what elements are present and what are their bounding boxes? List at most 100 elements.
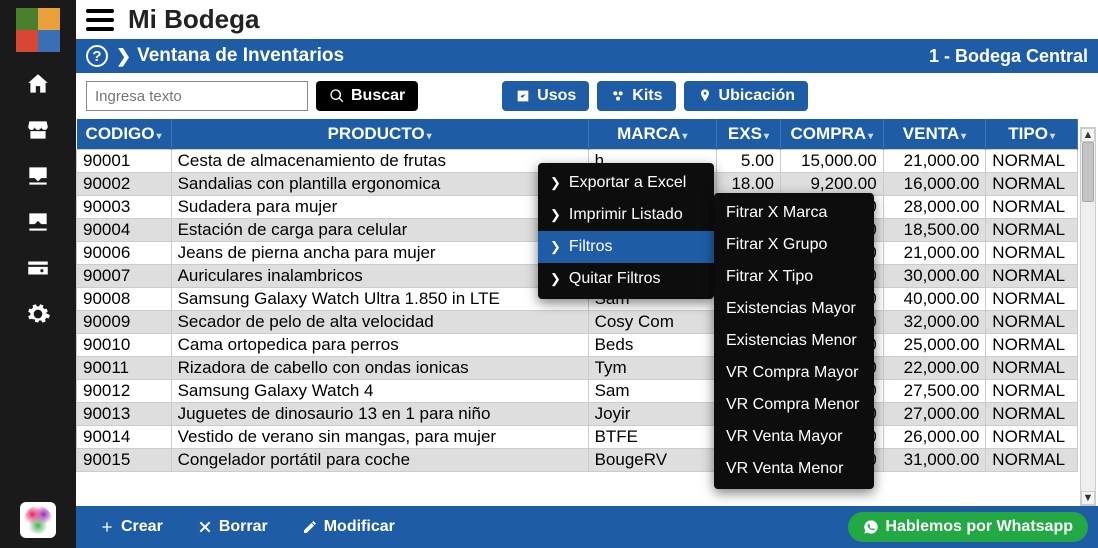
cell-producto: Sudadera para mujer xyxy=(171,195,588,218)
cluster-icon xyxy=(610,88,626,104)
ctx-item[interactable]: VR Venta Menor xyxy=(714,453,874,485)
home-icon[interactable] xyxy=(24,70,52,98)
ctx-item[interactable]: Fitrar X Tipo xyxy=(714,261,874,293)
page-title: Ventana de Inventarios xyxy=(137,45,344,67)
gear-icon[interactable] xyxy=(24,300,52,328)
col-compra[interactable]: COMPRA▾ xyxy=(781,119,884,149)
ctx-item[interactable]: ❯Exportar a Excel xyxy=(538,167,714,199)
col-producto[interactable]: PRODUCTO▾ xyxy=(171,119,588,149)
col-tipo[interactable]: TIPO▾ xyxy=(986,119,1078,149)
sidebar xyxy=(0,0,76,548)
cell-tipo: NORMAL xyxy=(986,425,1078,448)
main-panel: Mi Bodega ? ❯ Ventana de Inventarios 1 -… xyxy=(76,0,1098,548)
col-venta[interactable]: VENTA▾ xyxy=(883,119,986,149)
cell-tipo: NORMAL xyxy=(986,356,1078,379)
table-row[interactable]: 90014Vestido de verano sin mangas, para … xyxy=(77,425,1078,448)
cell-venta: 40,000.00 xyxy=(883,287,986,310)
table-row[interactable]: 90010Cama ortopedica para perrosBeds16,0… xyxy=(77,333,1078,356)
crear-button[interactable]: Crear xyxy=(86,512,176,542)
cell-compra: 9,200.00 xyxy=(781,172,884,195)
search-input[interactable] xyxy=(86,81,308,111)
search-button[interactable]: Buscar xyxy=(316,81,418,111)
cell-venta: 21,000.00 xyxy=(883,241,986,264)
cell-venta: 22,000.00 xyxy=(883,356,986,379)
ubicacion-button[interactable]: Ubicación xyxy=(684,81,808,111)
cell-codigo: 90004 xyxy=(77,218,172,241)
table-row[interactable]: 90013Juguetes de dinosaurio 13 en 1 para… xyxy=(77,402,1078,425)
table-row[interactable]: 90012Samsung Galaxy Watch 4Sam20,500.002… xyxy=(77,379,1078,402)
plus-icon xyxy=(99,519,115,535)
ctx-item[interactable]: Fitrar X Grupo xyxy=(714,229,874,261)
cell-venta: 30,000.00 xyxy=(883,264,986,287)
cell-marca: Beds xyxy=(588,333,716,356)
cell-marca: Cosy Com xyxy=(588,310,716,333)
search-icon xyxy=(329,88,345,104)
wallet-icon[interactable] xyxy=(24,254,52,282)
borrar-button[interactable]: Borrar xyxy=(184,512,281,542)
help-icon[interactable]: ? xyxy=(86,45,108,67)
cell-tipo: NORMAL xyxy=(986,149,1078,172)
cell-codigo: 90011 xyxy=(77,356,172,379)
table-row[interactable]: 90015Congelador portátil para cocheBouge… xyxy=(77,448,1078,471)
inbox-down-icon[interactable] xyxy=(24,162,52,190)
cell-tipo: NORMAL xyxy=(986,310,1078,333)
cell-tipo: NORMAL xyxy=(986,448,1078,471)
menu-icon[interactable] xyxy=(86,9,114,31)
cell-codigo: 90010 xyxy=(77,333,172,356)
check-icon xyxy=(515,88,531,104)
cell-codigo: 90003 xyxy=(77,195,172,218)
cell-venta: 27,000.00 xyxy=(883,402,986,425)
scrollbar[interactable]: ▲ ▼ xyxy=(1080,127,1096,506)
cell-producto: Sandalias con plantilla ergonomica xyxy=(171,172,588,195)
scroll-down-icon[interactable]: ▼ xyxy=(1081,491,1095,505)
table-row[interactable]: 90011Rizadora de cabello con ondas ionic… xyxy=(77,356,1078,379)
usos-button[interactable]: Usos xyxy=(502,81,589,111)
cell-producto: Samsung Galaxy Watch 4 xyxy=(171,379,588,402)
scroll-up-icon[interactable]: ▲ xyxy=(1081,128,1095,142)
cell-tipo: NORMAL xyxy=(986,195,1078,218)
pin-icon xyxy=(697,88,713,104)
kits-button[interactable]: Kits xyxy=(597,81,675,111)
cell-codigo: 90001 xyxy=(77,149,172,172)
modificar-button[interactable]: Modificar xyxy=(289,512,408,542)
cell-codigo: 90002 xyxy=(77,172,172,195)
cell-tipo: NORMAL xyxy=(986,172,1078,195)
cell-tipo: NORMAL xyxy=(986,264,1078,287)
cell-producto: Cesta de almacenamiento de frutas xyxy=(171,149,588,172)
inbox-up-icon[interactable] xyxy=(24,208,52,236)
store-icon[interactable] xyxy=(24,116,52,144)
ctx-item[interactable]: Fitrar X Marca xyxy=(714,197,874,229)
whatsapp-button[interactable]: Hablemos por Whatsapp xyxy=(848,512,1088,542)
ctx-item[interactable]: Existencias Mayor xyxy=(714,293,874,325)
cell-venta: 18,500.00 xyxy=(883,218,986,241)
ctx-item[interactable]: ❯Imprimir Listado xyxy=(538,199,714,231)
cell-tipo: NORMAL xyxy=(986,333,1078,356)
ctx-item[interactable]: VR Venta Mayor xyxy=(714,421,874,453)
col-exs[interactable]: EXS▾ xyxy=(716,119,780,149)
cell-venta: 27,500.00 xyxy=(883,379,986,402)
app-logo xyxy=(16,8,60,52)
ctx-item[interactable]: ❯Quitar Filtros xyxy=(538,263,714,295)
col-codigo[interactable]: CODIGO▾ xyxy=(77,119,172,149)
scroll-thumb[interactable] xyxy=(1082,142,1094,202)
ctx-item[interactable]: ❯Filtros xyxy=(538,231,714,263)
cell-venta: 32,000.00 xyxy=(883,310,986,333)
breadcrumb: ? ❯ Ventana de Inventarios 1 - Bodega Ce… xyxy=(76,39,1098,73)
cell-codigo: 90012 xyxy=(77,379,172,402)
ctx-item[interactable]: VR Compra Menor xyxy=(714,389,874,421)
app-title: Mi Bodega xyxy=(128,4,259,35)
ctx-item[interactable]: VR Compra Mayor xyxy=(714,357,874,389)
chevron-right-icon: ❯ xyxy=(550,239,561,255)
cell-exs: 5.00 xyxy=(716,149,780,172)
cell-codigo: 90008 xyxy=(77,287,172,310)
avatar[interactable] xyxy=(20,502,56,538)
cell-producto: Vestido de verano sin mangas, para mujer xyxy=(171,425,588,448)
ctx-item[interactable]: Existencias Menor xyxy=(714,325,874,357)
table-row[interactable]: 90009Secador de pelo de alta velocidadCo… xyxy=(77,310,1078,333)
col-marca[interactable]: MARCA▾ xyxy=(588,119,716,149)
cell-codigo: 90014 xyxy=(77,425,172,448)
cell-producto: Estación de carga para celular xyxy=(171,218,588,241)
cell-venta: 31,000.00 xyxy=(883,448,986,471)
cell-exs: 18.00 xyxy=(716,172,780,195)
context-menu-filtros: Fitrar X MarcaFitrar X GrupoFitrar X Tip… xyxy=(714,193,874,489)
